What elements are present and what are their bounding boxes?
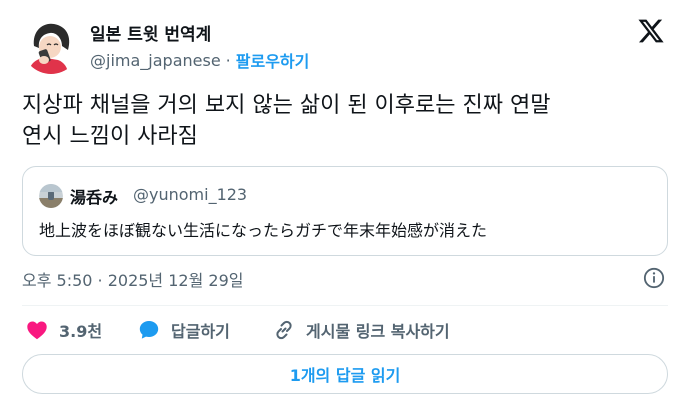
tweet-card: 일본 트윗 번역계 @jima_japanese · 팔로우하기 지상파 채널을… bbox=[0, 0, 689, 415]
read-replies-button[interactable]: 1개의 답글 읽기 bbox=[22, 354, 668, 394]
reply-label: 답글하기 bbox=[171, 322, 230, 341]
tweet-text-line-2: 연시 느낌이 사라짐 bbox=[22, 124, 198, 149]
author-avatar[interactable] bbox=[22, 16, 80, 74]
like-button[interactable]: 3.9천 bbox=[25, 316, 102, 344]
action-bar: 3.9천 답글하기 게시물 링크 복사하기 bbox=[22, 316, 668, 344]
like-count: 3.9천 bbox=[59, 322, 103, 341]
heart-icon bbox=[25, 318, 49, 342]
quote-text: 地上波をほぼ観ない生活になったらガチで年末年始感が消えた bbox=[39, 221, 488, 240]
handle-row: @jima_japanese · 팔로우하기 bbox=[90, 48, 309, 72]
reply-bubble-icon bbox=[137, 318, 161, 342]
quote-author-name: 湯呑み bbox=[70, 188, 119, 207]
reply-button[interactable]: 답글하기 bbox=[137, 316, 230, 344]
info-icon[interactable] bbox=[643, 267, 665, 289]
quote-author-avatar bbox=[39, 184, 63, 208]
link-icon bbox=[272, 318, 296, 342]
copy-link-label: 게시물 링크 복사하기 bbox=[306, 322, 450, 341]
divider bbox=[22, 305, 668, 306]
x-logo-icon[interactable] bbox=[637, 17, 665, 45]
quote-author-handle: @yunomi_123 bbox=[133, 185, 248, 204]
author-name[interactable]: 일본 트윗 번역계 bbox=[90, 20, 211, 45]
separator-dot: · bbox=[225, 50, 231, 70]
author-handle[interactable]: @jima_japanese bbox=[90, 51, 221, 70]
tweet-text: 지상파 채널을 거의 보지 않는 삶이 된 이후로는 진짜 연말 연시 느낌이 … bbox=[22, 90, 672, 152]
tweet-text-line-1: 지상파 채널을 거의 보지 않는 삶이 된 이후로는 진짜 연말 bbox=[22, 93, 551, 118]
follow-link[interactable]: 팔로우하기 bbox=[236, 48, 310, 72]
copy-link-button[interactable]: 게시물 링크 복사하기 bbox=[272, 316, 450, 344]
quoted-tweet[interactable]: 湯呑み @yunomi_123 地上波をほぼ観ない生活になったらガチで年末年始感… bbox=[22, 166, 668, 256]
tweet-timestamp[interactable]: 오후 5:50 · 2025년 12월 29일 bbox=[22, 267, 243, 291]
